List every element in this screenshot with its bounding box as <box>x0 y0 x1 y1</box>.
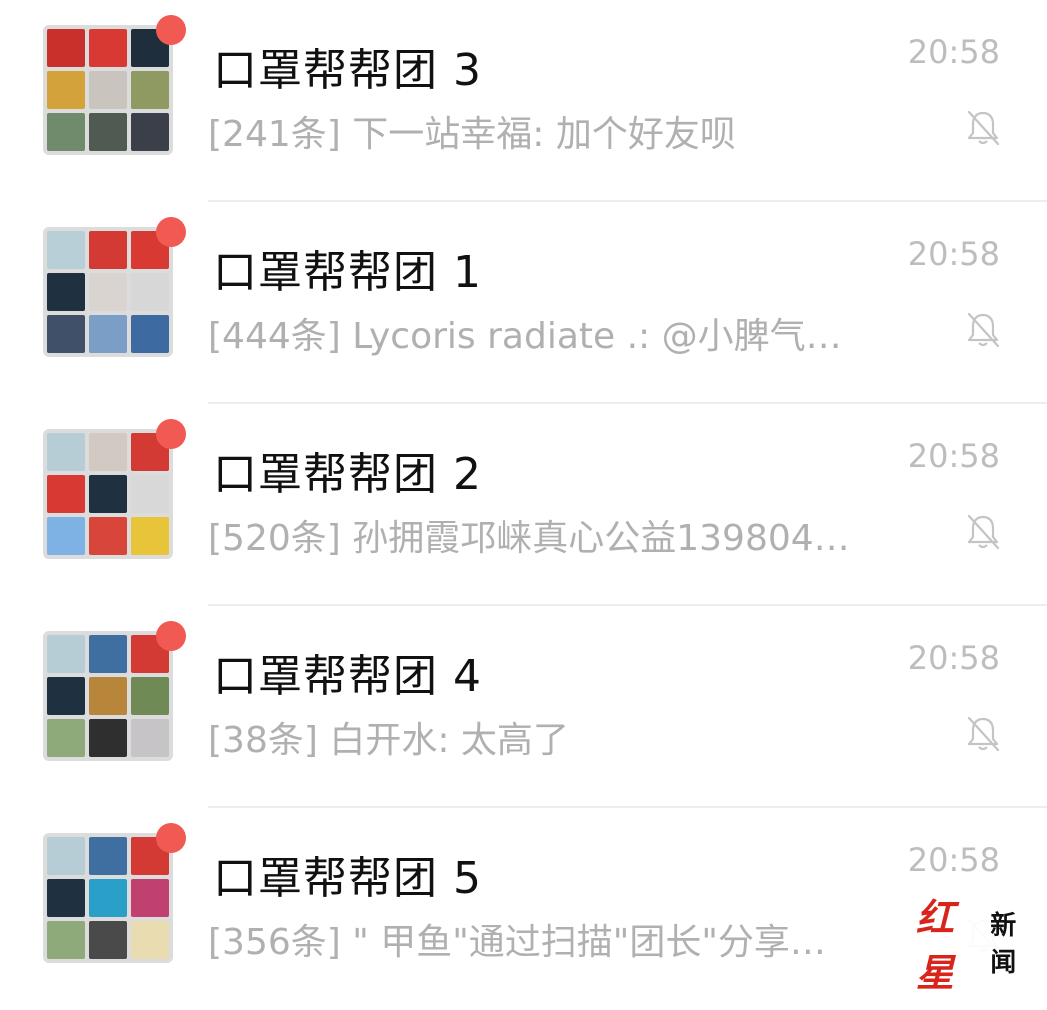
avatar-tile <box>89 433 127 471</box>
avatar-tile <box>47 273 85 311</box>
chat-time: 20:58 <box>907 235 1000 273</box>
avatar-tile <box>89 273 127 311</box>
group-avatar[interactable] <box>43 429 173 559</box>
avatar-tile <box>89 879 127 917</box>
avatar-tile <box>89 921 127 959</box>
chat-row[interactable]: 口罩帮帮团 4 20:58 [38条] 白开水: 太高了 <box>0 606 1047 808</box>
avatar-tile <box>89 837 127 875</box>
avatar-tile <box>131 475 169 513</box>
chat-title: 口罩帮帮团 4 <box>213 651 482 702</box>
avatar-tile <box>89 475 127 513</box>
avatar-tile <box>47 719 85 757</box>
chat-title: 口罩帮帮团 3 <box>213 45 482 96</box>
avatar-tile <box>47 677 85 715</box>
avatar-tile <box>131 677 169 715</box>
avatar-tile <box>47 29 85 67</box>
avatar-tile <box>89 517 127 555</box>
avatar-tile <box>131 517 169 555</box>
chat-row[interactable]: 口罩帮帮团 5 20:58 [356条] " 甲鱼"通过扫描"团长"分享… <box>0 808 1047 1010</box>
bell-slash-icon <box>967 312 1000 348</box>
avatar-tile <box>131 71 169 109</box>
chat-title: 口罩帮帮团 2 <box>213 449 482 500</box>
avatar-tile <box>47 879 85 917</box>
chat-list: 口罩帮帮团 3 20:58 [241条] 下一站幸福: 加个好友呗口罩帮帮团 1 20… <box>0 0 1047 1010</box>
avatar-tile <box>47 921 85 959</box>
unread-dot <box>156 15 186 45</box>
watermark-logo: 红星 新闻 <box>910 895 1047 995</box>
avatar-tile <box>47 433 85 471</box>
unread-dot <box>156 823 186 853</box>
bell-slash-icon <box>967 716 1000 752</box>
chat-time: 20:58 <box>907 639 1000 677</box>
avatar-tile <box>131 921 169 959</box>
chat-preview: [38条] 白开水: 太高了 <box>208 720 569 761</box>
avatar-tile <box>89 231 127 269</box>
avatar-tile <box>131 273 169 311</box>
avatar-tile <box>47 475 85 513</box>
watermark-black-text: 新闻 <box>990 911 1017 978</box>
avatar-tile <box>89 29 127 67</box>
chat-time: 20:58 <box>907 437 1000 475</box>
chat-time: 20:58 <box>907 33 1000 71</box>
avatar-tile <box>131 719 169 757</box>
chat-row[interactable]: 口罩帮帮团 1 20:58 [444条] Lycoris radiate .: @小… <box>0 202 1047 404</box>
bell-slash-icon <box>967 110 1000 146</box>
unread-dot <box>156 419 186 449</box>
chat-row[interactable]: 口罩帮帮团 2 20:58 [520条] 孙拥霞邛崃真心公益139804… <box>0 404 1047 606</box>
avatar-tile <box>47 315 85 353</box>
avatar-tile <box>131 315 169 353</box>
avatar-tile <box>89 719 127 757</box>
avatar-tile <box>89 635 127 673</box>
chat-preview: [520条] 孙拥霞邛崃真心公益139804… <box>208 518 850 559</box>
avatar-tile <box>131 113 169 151</box>
group-avatar[interactable] <box>43 227 173 357</box>
avatar-tile <box>89 113 127 151</box>
bell-slash-icon <box>967 514 1000 550</box>
avatar-tile <box>47 71 85 109</box>
watermark-red-text: 红星 <box>916 895 955 995</box>
group-avatar[interactable] <box>43 25 173 155</box>
avatar-tile <box>47 837 85 875</box>
avatar-tile <box>47 113 85 151</box>
group-avatar[interactable] <box>43 833 173 963</box>
avatar-tile <box>47 635 85 673</box>
avatar-tile <box>131 879 169 917</box>
chat-title: 口罩帮帮团 1 <box>213 247 482 298</box>
avatar-tile <box>47 517 85 555</box>
chat-time: 20:58 <box>907 841 1000 879</box>
avatar-tile <box>89 315 127 353</box>
avatar-tile <box>89 71 127 109</box>
chat-preview: [356条] " 甲鱼"通过扫描"团长"分享… <box>208 922 826 963</box>
chat-title: 口罩帮帮团 5 <box>213 853 482 904</box>
chat-preview: [444条] Lycoris radiate .: @小脾气… <box>208 316 842 357</box>
avatar-tile <box>47 231 85 269</box>
unread-dot <box>156 621 186 651</box>
chat-preview: [241条] 下一站幸福: 加个好友呗 <box>208 114 736 155</box>
avatar-tile <box>89 677 127 715</box>
chat-row[interactable]: 口罩帮帮团 3 20:58 [241条] 下一站幸福: 加个好友呗 <box>0 0 1047 202</box>
group-avatar[interactable] <box>43 631 173 761</box>
unread-dot <box>156 217 186 247</box>
